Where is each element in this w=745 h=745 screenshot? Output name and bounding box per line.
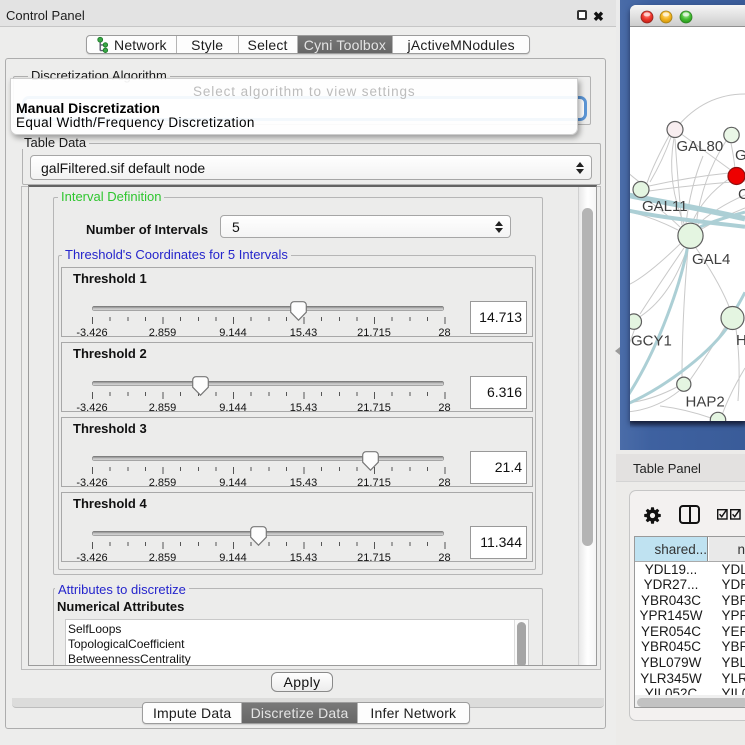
svg-text:GAL11: GAL11	[642, 198, 688, 215]
svg-text:GA: GA	[735, 147, 745, 164]
svg-text:GCY1: GCY1	[631, 333, 672, 350]
svg-text:C: C	[738, 186, 745, 203]
svg-text:GAL80: GAL80	[677, 138, 724, 155]
svg-text:HAP2: HAP2	[686, 394, 725, 411]
svg-text:GAL4: GAL4	[692, 251, 730, 268]
svg-text:H: H	[736, 332, 745, 349]
